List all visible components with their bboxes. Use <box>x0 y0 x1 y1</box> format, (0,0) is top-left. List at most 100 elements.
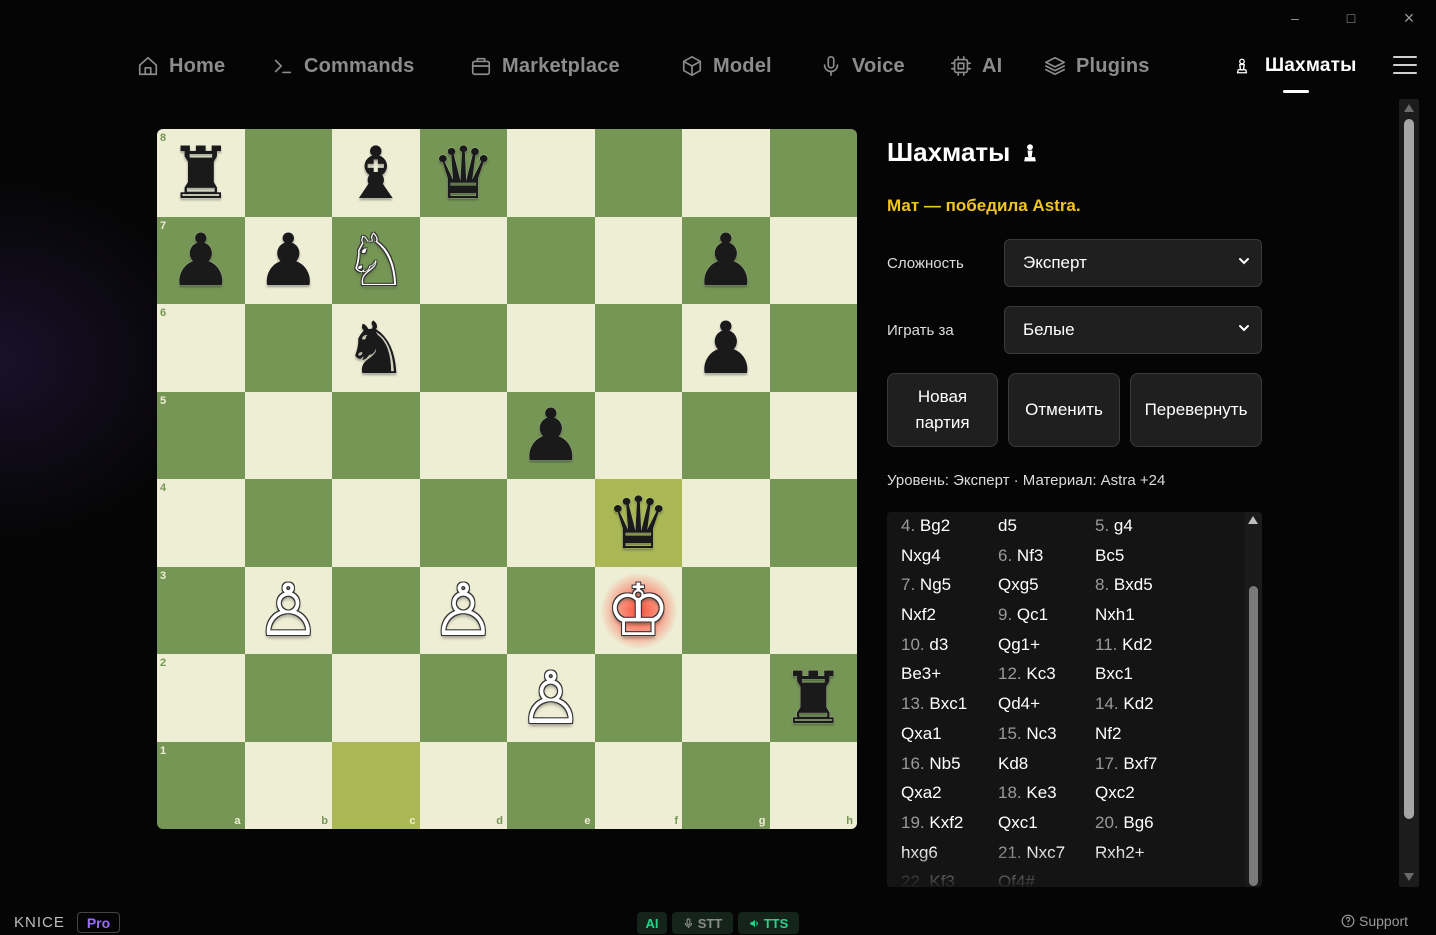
square-g8[interactable] <box>682 129 770 217</box>
move-entry[interactable]: Kd8 <box>998 754 1095 784</box>
square-h6[interactable] <box>769 304 857 392</box>
difficulty-select[interactable]: Эксперт <box>1004 239 1262 287</box>
square-e7[interactable] <box>507 216 595 304</box>
square-d4[interactable] <box>419 479 507 567</box>
move-entry[interactable]: Qxa1 <box>901 724 998 754</box>
square-b7[interactable]: ♟ <box>244 216 332 304</box>
scroll-up-icon[interactable] <box>1404 104 1414 112</box>
move-entry[interactable]: Nxg4 <box>901 546 998 576</box>
square-e2[interactable]: ♙ <box>507 654 595 742</box>
move-entry[interactable]: 12. Kc3 <box>998 664 1095 694</box>
tts-chip[interactable]: TTS <box>738 912 799 934</box>
page-scrollbar[interactable] <box>1399 99 1419 887</box>
move-entry[interactable]: 14. Kd2 <box>1095 694 1192 724</box>
square-a4[interactable]: 4 <box>157 479 245 567</box>
move-entry[interactable]: 4. Bg2 <box>901 516 998 546</box>
chess-piece[interactable]: ♙ <box>256 574 321 646</box>
scroll-up-icon[interactable] <box>1248 516 1258 524</box>
square-h2[interactable]: ♜ <box>769 654 857 742</box>
square-b5[interactable] <box>244 391 332 479</box>
chess-piece[interactable]: ♙ <box>431 574 496 646</box>
move-entry[interactable]: Nxf2 <box>901 605 998 635</box>
move-list[interactable]: 4. Bg2 d5 5. g4 Nxg4 6. Nf3 Bc5 7. Ng5 Qxg5 8. B… <box>887 512 1262 887</box>
square-a2[interactable]: 2 <box>157 654 245 742</box>
square-b6[interactable] <box>244 304 332 392</box>
ai-chip[interactable]: AI <box>637 912 667 934</box>
move-entry[interactable]: Qxc2 <box>1095 783 1192 813</box>
move-list-scrollbar[interactable] <box>1245 512 1262 887</box>
chess-piece[interactable]: ♛ <box>431 137 496 209</box>
nav-item-ai[interactable]: AI <box>950 48 1002 84</box>
square-a8[interactable]: 8 ♜ <box>157 129 245 217</box>
scroll-down-icon[interactable] <box>1404 873 1414 881</box>
chess-piece[interactable]: ♟ <box>693 224 758 296</box>
nav-item-model[interactable]: Model <box>681 48 772 84</box>
move-entry[interactable]: 15. Nc3 <box>998 724 1095 754</box>
move-entry[interactable]: Bc5 <box>1095 546 1192 576</box>
move-entry[interactable]: Nxh1 <box>1095 605 1192 635</box>
square-a6[interactable]: 6 <box>157 304 245 392</box>
square-c2[interactable] <box>332 654 420 742</box>
chess-piece[interactable]: ♞ <box>343 312 408 384</box>
square-g7[interactable]: ♟ <box>682 216 770 304</box>
square-g1[interactable]: g <box>682 741 770 829</box>
move-entry[interactable]: 6. Nf3 <box>998 546 1095 576</box>
move-entry[interactable]: 17. Bxf7 <box>1095 754 1192 784</box>
move-entry[interactable]: 19. Kxf2 <box>901 813 998 843</box>
square-h7[interactable] <box>769 216 857 304</box>
chess-piece[interactable]: ♙ <box>518 662 583 734</box>
support-link[interactable]: Support <box>1341 913 1408 929</box>
move-entry[interactable]: 13. Bxc1 <box>901 694 998 724</box>
move-entry[interactable]: Be3+ <box>901 664 998 694</box>
square-f7[interactable] <box>594 216 682 304</box>
square-f4[interactable]: ♛ <box>594 479 682 567</box>
square-d3[interactable]: ♙ <box>419 566 507 654</box>
stt-chip[interactable]: STT <box>672 912 733 934</box>
square-d6[interactable] <box>419 304 507 392</box>
chess-piece[interactable]: ♜ <box>781 662 846 734</box>
square-c6[interactable]: ♞ <box>332 304 420 392</box>
square-h8[interactable] <box>769 129 857 217</box>
nav-item-marketplace[interactable]: Marketplace <box>470 48 620 84</box>
maximize-button[interactable]: □ <box>1341 8 1361 28</box>
hamburger-icon[interactable] <box>1393 56 1417 76</box>
square-d7[interactable] <box>419 216 507 304</box>
square-c7[interactable]: ♘ <box>332 216 420 304</box>
square-g4[interactable] <box>682 479 770 567</box>
square-h5[interactable] <box>769 391 857 479</box>
flip-board-button[interactable]: Перевернуть <box>1130 373 1262 447</box>
square-e1[interactable]: e <box>507 741 595 829</box>
move-entry[interactable]: 10. d3 <box>901 635 998 665</box>
move-entry[interactable]: 16. Nb5 <box>901 754 998 784</box>
square-f2[interactable] <box>594 654 682 742</box>
chess-piece[interactable]: ♟ <box>256 224 321 296</box>
chess-piece[interactable]: ♘ <box>343 224 408 296</box>
square-a1[interactable]: 1a <box>157 741 245 829</box>
square-c3[interactable] <box>332 566 420 654</box>
square-b3[interactable]: ♙ <box>244 566 332 654</box>
square-h1[interactable]: h <box>769 741 857 829</box>
chess-piece[interactable]: ♟ <box>518 399 583 471</box>
chess-piece[interactable]: ♟ <box>693 312 758 384</box>
new-game-button[interactable]: Новая партия <box>887 373 998 447</box>
nav-item-voice[interactable]: Voice <box>820 48 905 84</box>
square-g2[interactable] <box>682 654 770 742</box>
square-a5[interactable]: 5 <box>157 391 245 479</box>
square-e3[interactable] <box>507 566 595 654</box>
square-d1[interactable]: d <box>419 741 507 829</box>
square-c5[interactable] <box>332 391 420 479</box>
pro-badge[interactable]: Pro <box>77 912 120 933</box>
move-entry[interactable]: 5. g4 <box>1095 516 1192 546</box>
move-entry[interactable]: Qxg5 <box>998 575 1095 605</box>
square-e6[interactable] <box>507 304 595 392</box>
square-b4[interactable] <box>244 479 332 567</box>
square-f5[interactable] <box>594 391 682 479</box>
move-entry[interactable]: 20. Bg6 <box>1095 813 1192 843</box>
square-d5[interactable] <box>419 391 507 479</box>
move-entry[interactable]: d5 <box>998 516 1095 546</box>
square-f1[interactable]: f <box>594 741 682 829</box>
square-f8[interactable] <box>594 129 682 217</box>
move-entry[interactable]: Nf2 <box>1095 724 1192 754</box>
move-entry[interactable]: Bxc1 <box>1095 664 1192 694</box>
square-c1[interactable]: c <box>332 741 420 829</box>
